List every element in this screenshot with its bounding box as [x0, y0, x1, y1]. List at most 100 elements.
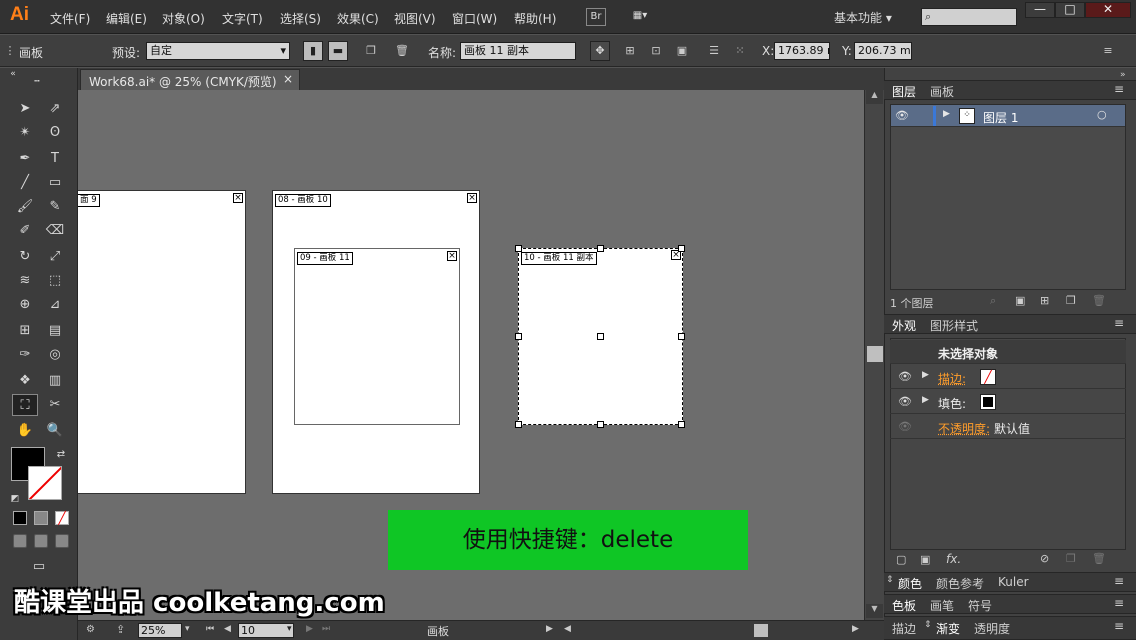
close-button[interactable]: ✕: [1085, 2, 1131, 18]
scroll-thumb[interactable]: [867, 346, 883, 362]
scale-tool-icon[interactable]: ⤢: [44, 246, 66, 268]
layer-name[interactable]: 图层 1: [983, 109, 1018, 126]
locate-object-icon[interactable]: ⌕: [990, 294, 996, 308]
reference-point-icon[interactable]: ⁙: [732, 43, 748, 59]
mesh-tool-icon[interactable]: ⊞: [14, 320, 36, 342]
close-icon[interactable]: ×: [233, 193, 243, 203]
draw-normal-icon[interactable]: [13, 534, 27, 548]
move-with-artboard-icon[interactable]: ✥: [590, 41, 610, 61]
lasso-tool-icon[interactable]: ʘ: [44, 122, 66, 144]
document-tab[interactable]: Work68.ai* @ 25% (CMYK/预览) ×: [80, 69, 300, 90]
direct-selection-tool-icon[interactable]: ⇗: [44, 98, 66, 120]
add-fill-icon[interactable]: ▣: [920, 553, 930, 566]
close-icon[interactable]: ×: [447, 251, 457, 261]
panel-menu-icon[interactable]: ≡: [1114, 574, 1124, 588]
stroke-swatch[interactable]: [28, 466, 62, 500]
pen-tool-icon[interactable]: ✒: [14, 148, 36, 170]
tab-graphic-styles[interactable]: 图形样式: [930, 317, 978, 334]
y-input[interactable]: 206.73 mr: [854, 42, 912, 60]
menu-edit[interactable]: 编辑(E): [106, 10, 147, 27]
chevron-down-icon[interactable]: ▾: [185, 624, 190, 634]
rotate-tool-icon[interactable]: ↻: [14, 246, 36, 268]
bridge-button[interactable]: Br: [586, 8, 606, 26]
close-tab-icon[interactable]: ×: [283, 72, 293, 86]
screen-mode-icon[interactable]: ▭: [28, 556, 50, 578]
tab-transparency[interactable]: 透明度: [974, 620, 1010, 637]
x-input[interactable]: 1763.89 r: [774, 42, 830, 60]
paintbrush-tool-icon[interactable]: 🖌: [14, 196, 36, 218]
clipping-mask-icon[interactable]: ▣: [1015, 294, 1025, 307]
menu-file[interactable]: 文件(F): [50, 10, 90, 27]
resize-handle[interactable]: [678, 333, 685, 340]
tab-symbols[interactable]: 符号: [968, 597, 992, 614]
delete-layer-icon[interactable]: 🗑: [1092, 294, 1106, 307]
opacity-label[interactable]: 不透明度:: [938, 420, 990, 437]
tab-gradient[interactable]: 渐变: [936, 620, 960, 637]
share-icon[interactable]: ⇪: [116, 623, 125, 636]
add-stroke-icon[interactable]: ▢: [896, 553, 906, 566]
new-sublayer-icon[interactable]: ⊞: [1040, 294, 1049, 307]
video-safe-icon[interactable]: ▣: [674, 43, 690, 59]
expand-triangle-icon[interactable]: ▶: [922, 370, 929, 380]
zoom-tool-icon[interactable]: 🔍: [44, 420, 66, 442]
tab-swatches[interactable]: 色板: [892, 597, 916, 614]
tab-artboards[interactable]: 画板: [930, 83, 954, 100]
portrait-icon[interactable]: ▮: [303, 41, 323, 61]
expand-arrows-icon[interactable]: ⇕: [886, 575, 894, 585]
artboard-10[interactable]: 08 - 画板 10 × 09 - 画板 11 ×: [272, 190, 480, 494]
eraser-tool-icon[interactable]: ⌫: [44, 220, 66, 242]
menu-select[interactable]: 选择(S): [280, 10, 321, 27]
zoom-input[interactable]: 25%: [138, 623, 182, 638]
resize-handle[interactable]: [678, 245, 685, 252]
stroke-row[interactable]: 👁 ▶ 描边: ╱: [890, 365, 1126, 389]
hscroll-thumb[interactable]: [754, 624, 768, 637]
default-colors-icon[interactable]: ◩: [4, 488, 26, 510]
menu-view[interactable]: 视图(V): [394, 10, 436, 27]
scroll-down-icon[interactable]: ▼: [866, 604, 883, 618]
scroll-right-icon[interactable]: ▶: [852, 624, 859, 634]
center-mark-icon[interactable]: ⊞: [622, 43, 638, 59]
menu-window[interactable]: 窗口(W): [452, 10, 497, 27]
tab-stroke[interactable]: 描边: [892, 620, 916, 637]
resize-handle[interactable]: [597, 245, 604, 252]
resize-handle[interactable]: [597, 421, 604, 428]
tab-layers[interactable]: 图层: [892, 83, 916, 100]
panel-menu-icon[interactable]: ≡: [1114, 619, 1124, 633]
menu-effect[interactable]: 效果(C): [337, 10, 379, 27]
menu-type[interactable]: 文字(T): [222, 10, 263, 27]
blob-brush-tool-icon[interactable]: ✐: [14, 220, 36, 242]
maximize-button[interactable]: □: [1055, 2, 1085, 18]
draw-behind-icon[interactable]: [34, 534, 48, 548]
stroke-swatch-icon[interactable]: ╱: [980, 369, 996, 385]
eye-icon[interactable]: 👁: [898, 370, 912, 383]
expand-panels-icon[interactable]: »: [1120, 70, 1126, 80]
menu-help[interactable]: 帮助(H): [514, 10, 556, 27]
eyedropper-tool-icon[interactable]: ✑: [14, 344, 36, 366]
vertical-scrollbar[interactable]: ▲ ▼: [864, 90, 884, 620]
symbol-sprayer-tool-icon[interactable]: ❖: [14, 370, 36, 392]
color-mode-icon[interactable]: [13, 511, 27, 525]
panel-menu-icon[interactable]: ≡: [1114, 82, 1124, 96]
line-tool-icon[interactable]: ╱: [14, 172, 36, 194]
expand-triangle-icon[interactable]: ▶: [922, 395, 929, 405]
cross-hair-icon[interactable]: ⊡: [648, 43, 664, 59]
blend-tool-icon[interactable]: ◎: [44, 344, 66, 366]
panel-menu-icon[interactable]: ≡: [1100, 43, 1116, 59]
new-layer-icon[interactable]: ❐: [1066, 294, 1076, 307]
none-mode-icon[interactable]: ╱: [55, 511, 69, 525]
fill-row[interactable]: 👁 ▶ 填色:: [890, 390, 1126, 414]
slice-tool-icon[interactable]: ✂: [44, 394, 66, 416]
width-tool-icon[interactable]: ≋: [14, 270, 36, 292]
fill-swatch-icon[interactable]: [980, 394, 996, 410]
artboard-tool-icon[interactable]: ⛶: [12, 394, 38, 416]
preset-select[interactable]: 自定 ▾: [146, 42, 290, 60]
gpu-icon[interactable]: ⚙: [86, 624, 95, 635]
free-transform-tool-icon[interactable]: ⬚: [44, 270, 66, 292]
close-icon[interactable]: ×: [467, 193, 477, 203]
eye-icon[interactable]: 👁: [895, 109, 909, 122]
artboard-name-input[interactable]: 画板 11 副本: [460, 42, 576, 60]
target-icon[interactable]: ○: [1097, 108, 1107, 121]
fx-icon[interactable]: fx.: [946, 552, 961, 566]
gradient-tool-icon[interactable]: ▤: [44, 320, 66, 342]
new-artboard-icon[interactable]: ❐: [363, 43, 379, 59]
